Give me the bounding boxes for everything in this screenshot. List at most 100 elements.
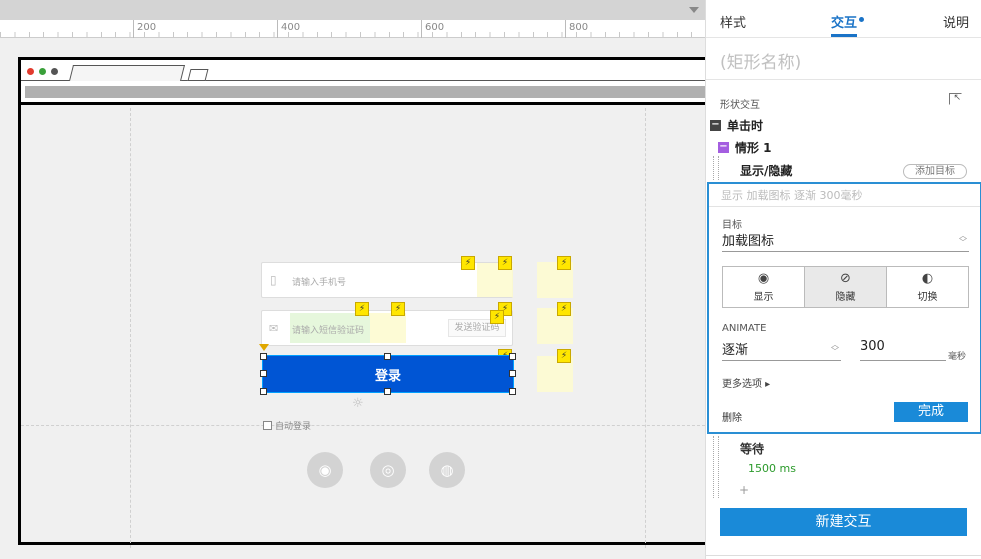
toggle-label: 切换 (917, 291, 938, 303)
maximize-dot-icon (51, 68, 58, 75)
eye-icon: ◉ (757, 270, 770, 286)
browser-chrome (21, 60, 705, 105)
resize-handle[interactable] (260, 353, 267, 360)
tab-interactions[interactable]: 交互 (831, 12, 857, 31)
guide-line (130, 108, 131, 548)
interaction-bolt-icon[interactable]: ⚡ (498, 256, 512, 270)
login-button[interactable]: 登录 (262, 355, 514, 393)
wechat-icon[interactable]: ◉ (307, 452, 343, 488)
add-target-button[interactable]: 添加目标 (903, 164, 967, 179)
browser-tab (69, 65, 185, 81)
address-bar (25, 86, 705, 98)
ruler-tick (277, 20, 278, 38)
wait-action-label[interactable]: 等待 (740, 440, 764, 457)
target-select[interactable]: 加载图标 ︿ ﹀ (722, 230, 969, 252)
case-row[interactable]: − 情形 1 (718, 139, 772, 156)
auto-login-label: 自动登录 (275, 422, 312, 432)
ruler-tick (133, 20, 134, 38)
resize-handle[interactable] (384, 353, 391, 360)
weibo-icon[interactable]: ◎ (370, 452, 406, 488)
divider (706, 555, 981, 556)
phone-placeholder: 请输入手机号 (292, 278, 347, 288)
wait-duration[interactable]: 1500 ms (748, 462, 796, 475)
rotate-handle-icon[interactable]: ☼ (352, 396, 364, 411)
resize-handle[interactable] (260, 370, 267, 377)
code-placeholder: 请输入短信验证码 (292, 326, 365, 336)
visibility-toggle-group: ◉ 显示 ⊘ 隐藏 ◐ 切换 (722, 266, 969, 308)
action-summary: 显示 加载图标 逐渐 300毫秒 (721, 189, 863, 202)
eye-hidden-icon: ⊘ (840, 270, 851, 286)
app-window: 200 400 600 800 ▯ 请输入手机号 ✉ 请输入短信验证码 发送验证… (0, 0, 981, 559)
inspector-panel: 样式 交互 说明 (矩形名称) 形状交互 ↖ − 单击时 − 情形 1 显示/隐… (705, 0, 981, 559)
interaction-bolt-icon[interactable]: ⚡ (557, 302, 571, 316)
resize-handle[interactable] (260, 388, 267, 395)
phone-input-mock[interactable]: ▯ 请输入手机号 (261, 262, 513, 298)
ruler-label: 400 (281, 22, 301, 33)
interaction-highlight (370, 313, 406, 343)
duration-input[interactable]: 300 (860, 339, 946, 361)
resize-handle[interactable] (509, 370, 516, 377)
ruler-tick (421, 20, 422, 38)
browser-mockup[interactable]: ▯ 请输入手机号 ✉ 请输入短信验证码 发送验证码 ⚡ ⚡ ⚡ ⚡ ⚡ ⚡ ⚡ … (18, 57, 705, 548)
code-input-mock[interactable]: ✉ 请输入短信验证码 发送验证码 (261, 310, 513, 346)
delete-link[interactable]: 删除 (722, 409, 742, 424)
interaction-bolt-icon[interactable]: ⚡ (490, 310, 504, 324)
checkbox-icon (263, 421, 272, 430)
ruler-tick (565, 20, 566, 38)
ruler-top-bar (0, 0, 705, 20)
minimize-dot-icon (39, 68, 46, 75)
collapse-icon[interactable]: − (710, 120, 721, 131)
eye-toggle-icon: ◐ (921, 270, 934, 286)
pick-target-icon[interactable]: ↖ (949, 93, 962, 105)
tree-connector (718, 156, 719, 180)
ruler-label: 600 (425, 22, 445, 33)
auto-login-checkbox[interactable]: 自动登录 (263, 419, 311, 432)
hide-option[interactable]: ⊘ 隐藏 (805, 267, 887, 307)
case-label: 情形 1 (735, 141, 772, 155)
tree-connector (713, 436, 714, 498)
collapse-icon[interactable]: − (718, 142, 729, 153)
interaction-bolt-icon[interactable]: ⚡ (557, 256, 571, 270)
target-label: 目标 (722, 220, 742, 231)
hide-label: 隐藏 (835, 291, 856, 303)
tree-connector (718, 436, 719, 498)
animate-label: ANIMATE (722, 323, 767, 334)
show-option[interactable]: ◉ 显示 (723, 267, 805, 307)
resize-handle[interactable] (509, 388, 516, 395)
corner-radius-handle-icon[interactable] (259, 344, 269, 351)
interaction-bolt-icon[interactable]: ⚡ (391, 302, 405, 316)
shape-name-input[interactable]: (矩形名称) (720, 48, 801, 73)
tab-notes[interactable]: 说明 (943, 12, 969, 31)
ruler-collapse-arrow-icon[interactable] (689, 7, 699, 13)
select-arrows-icon: ︿ ﹀ (959, 231, 967, 247)
design-canvas[interactable]: 200 400 600 800 ▯ 请输入手机号 ✉ 请输入短信验证码 发送验证… (0, 0, 705, 559)
unsaved-dot-icon (859, 17, 864, 22)
action-row[interactable]: 显示/隐藏 (740, 162, 792, 179)
duration-value: 300 (860, 339, 885, 354)
animate-value: 逐渐 (722, 343, 749, 358)
resize-handle[interactable] (509, 353, 516, 360)
add-action-icon[interactable]: + (739, 483, 749, 497)
done-button[interactable]: 完成 (894, 402, 968, 422)
guide-line (21, 425, 705, 426)
interaction-bolt-icon[interactable]: ⚡ (461, 256, 475, 270)
guide-line (645, 108, 646, 548)
inspector-tabs: 样式 交互 说明 (706, 0, 981, 38)
animate-select[interactable]: 逐渐 ︿ ﹀ (722, 339, 841, 361)
tab-style[interactable]: 样式 (720, 12, 746, 31)
section-label: 形状交互 (720, 100, 760, 111)
show-label: 显示 (753, 291, 774, 303)
tree-connector (713, 156, 714, 180)
resize-handle[interactable] (384, 388, 391, 395)
ruler-label: 800 (569, 22, 589, 33)
ruler-label: 200 (137, 22, 157, 33)
interaction-bolt-icon[interactable]: ⚡ (557, 349, 571, 363)
more-options-link[interactable]: 更多选项 ▸ (722, 375, 770, 390)
toggle-option[interactable]: ◐ 切换 (887, 267, 968, 307)
interaction-bolt-icon[interactable]: ⚡ (355, 302, 369, 316)
event-row[interactable]: − 单击时 (710, 117, 763, 134)
target-value: 加载图标 (722, 234, 775, 249)
new-interaction-button[interactable]: 新建交互 (720, 508, 967, 536)
event-label: 单击时 (727, 119, 764, 133)
qq-icon[interactable]: ◍ (429, 452, 465, 488)
